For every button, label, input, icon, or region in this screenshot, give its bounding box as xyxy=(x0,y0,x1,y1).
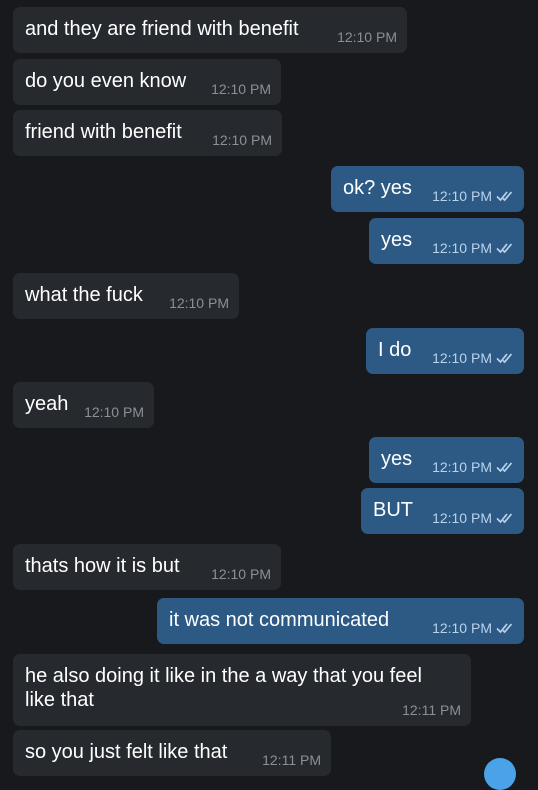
message-meta: 12:10 PM xyxy=(432,459,514,475)
message-meta: 12:10 PM xyxy=(432,188,514,204)
double-check-icon xyxy=(496,622,514,634)
message-time: 12:10 PM xyxy=(432,510,492,526)
message-time: 12:10 PM xyxy=(432,188,492,204)
message-meta: 12:10 PM xyxy=(432,510,514,526)
incoming-message: what the fuck 12:10 PM xyxy=(13,273,239,319)
outgoing-message: yes 12:10 PM xyxy=(369,218,524,264)
scroll-down-button[interactable] xyxy=(484,758,516,790)
message-text: it was not communicated xyxy=(169,609,390,631)
outgoing-message: it was not communicated 12:10 PM xyxy=(157,598,524,644)
message-meta: 12:10 PM xyxy=(432,620,514,636)
message-meta: 12:11 PM xyxy=(262,752,321,768)
outgoing-message: yes 12:10 PM xyxy=(369,437,524,483)
incoming-message: thats how it is but 12:10 PM xyxy=(13,544,281,590)
message-text: yes xyxy=(381,229,413,251)
message-time: 12:11 PM xyxy=(402,702,461,718)
incoming-message: do you even know 12:10 PM xyxy=(13,59,281,105)
message-meta: 12:10 PM xyxy=(84,404,144,420)
incoming-message: yeah 12:10 PM xyxy=(13,382,154,428)
message-time: 12:10 PM xyxy=(432,240,492,256)
message-time: 12:10 PM xyxy=(169,295,229,311)
double-check-icon xyxy=(496,352,514,364)
message-text: friend with benefit xyxy=(25,121,182,143)
message-time: 12:10 PM xyxy=(432,459,492,475)
message-meta: 12:10 PM xyxy=(432,350,514,366)
message-text: I do xyxy=(378,339,412,361)
message-time: 12:10 PM xyxy=(84,404,144,420)
message-time: 12:10 PM xyxy=(432,620,492,636)
message-text: what the fuck xyxy=(25,284,143,306)
incoming-message: friend with benefit 12:10 PM xyxy=(13,110,282,156)
message-time: 12:10 PM xyxy=(432,350,492,366)
message-text: do you even know xyxy=(25,70,187,92)
message-time: 12:10 PM xyxy=(212,132,272,148)
message-time: 12:10 PM xyxy=(211,81,271,97)
message-text: ok? yes xyxy=(343,177,412,199)
message-text: yes xyxy=(381,448,413,470)
double-check-icon xyxy=(496,461,514,473)
message-text: he also doing it like in the a way that … xyxy=(25,665,422,711)
message-meta: 12:10 PM xyxy=(211,81,271,97)
message-time: 12:11 PM xyxy=(262,752,321,768)
message-text: yeah xyxy=(25,393,69,415)
incoming-message: and they are friend with benefit 12:10 P… xyxy=(13,7,407,53)
message-meta: 12:10 PM xyxy=(432,240,514,256)
message-text: thats how it is but xyxy=(25,555,180,577)
message-time: 12:10 PM xyxy=(337,29,397,45)
incoming-message: so you just felt like that 12:11 PM xyxy=(13,730,331,776)
message-text: so you just felt like that xyxy=(25,741,228,763)
message-time: 12:10 PM xyxy=(211,566,271,582)
double-check-icon xyxy=(496,512,514,524)
outgoing-message: I do 12:10 PM xyxy=(366,328,524,374)
double-check-icon xyxy=(496,242,514,254)
message-meta: 12:10 PM xyxy=(211,566,271,582)
message-meta: 12:10 PM xyxy=(212,132,272,148)
message-meta: 12:11 PM xyxy=(402,702,461,718)
message-meta: 12:10 PM xyxy=(337,29,397,45)
outgoing-message: BUT 12:10 PM xyxy=(361,488,524,534)
incoming-message: he also doing it like in the a way that … xyxy=(13,654,471,726)
outgoing-message: ok? yes 12:10 PM xyxy=(331,166,524,212)
double-check-icon xyxy=(496,190,514,202)
message-meta: 12:10 PM xyxy=(169,295,229,311)
message-text: and they are friend with benefit xyxy=(25,18,299,40)
message-text: BUT xyxy=(373,499,413,521)
